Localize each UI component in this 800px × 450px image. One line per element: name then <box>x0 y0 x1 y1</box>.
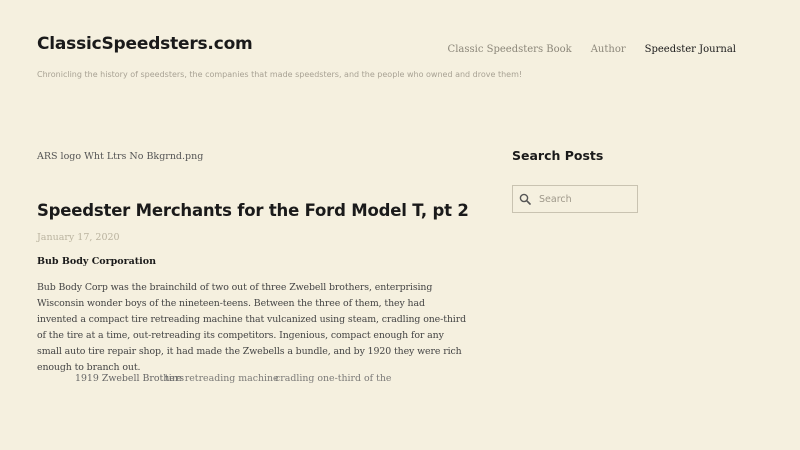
nav-item-speedster-journal[interactable]: Speedster Journal <box>645 44 736 55</box>
broken-image-alt: ARS logo Wht Ltrs No Bkgrnd.png <box>37 151 204 162</box>
search-input[interactable] <box>537 187 633 211</box>
caption-fragment: cradling one-third of the <box>275 373 392 384</box>
nav-item-book[interactable]: Classic Speedsters Book <box>448 44 572 55</box>
post-date[interactable]: January 17, 2020 <box>37 232 120 243</box>
main-nav: Classic Speedsters Book Author Speedster… <box>429 44 736 55</box>
post-title[interactable]: Speedster Merchants for the Ford Model T… <box>37 201 469 220</box>
site-tagline: Chronicling the history of speedsters, t… <box>37 70 523 79</box>
site-title[interactable]: ClassicSpeedsters.com <box>37 34 253 54</box>
nav-item-author[interactable]: Author <box>591 44 626 55</box>
search-widget-title: Search Posts <box>512 148 604 163</box>
post-subhead: Bub Body Corporation <box>37 256 157 267</box>
caption-fragment: tire retreading machine <box>165 373 279 384</box>
search-box[interactable] <box>512 185 638 213</box>
image-caption: 1919 Zwebell Brothers tire retreading ma… <box>75 373 455 385</box>
post-body: Bub Body Corp was the brainchild of two … <box>37 282 466 373</box>
search-icon[interactable] <box>513 186 537 212</box>
